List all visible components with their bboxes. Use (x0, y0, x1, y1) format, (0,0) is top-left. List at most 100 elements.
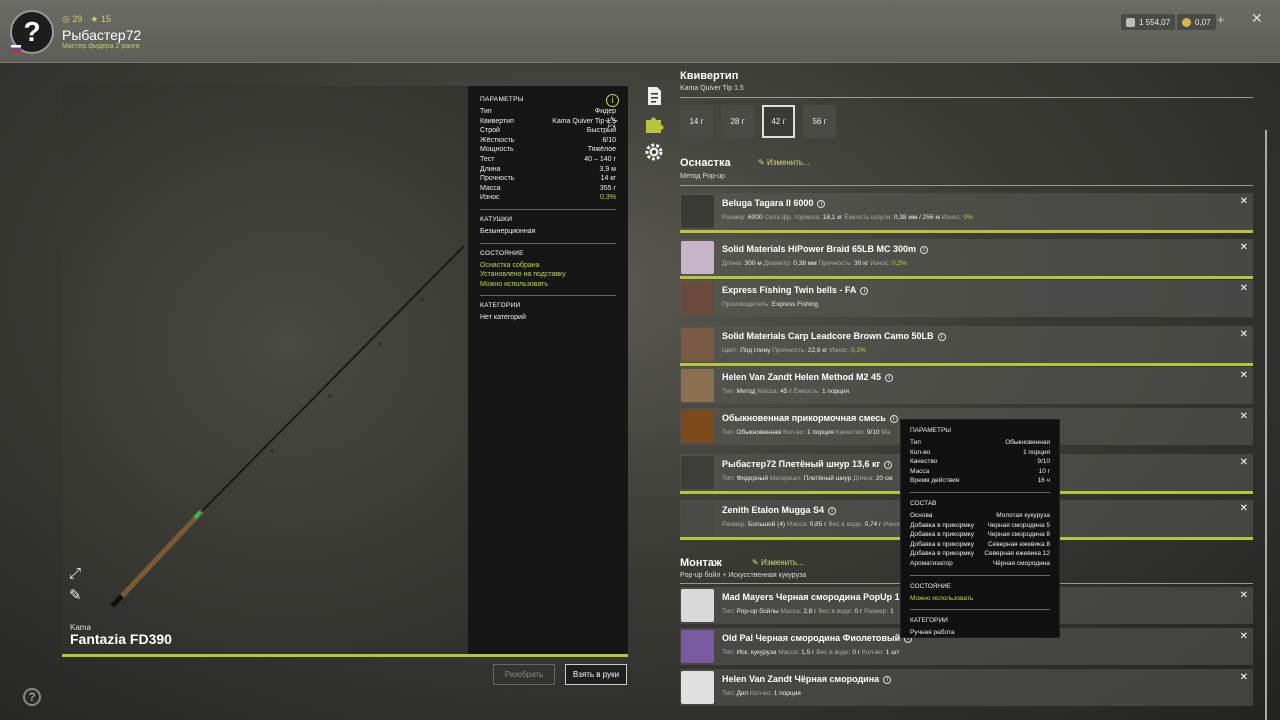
item-details: Тип: Обыкновенная Кол-во: 1 порция Качес… (722, 429, 890, 436)
item-thumbnail (681, 241, 714, 274)
detail-value: 0% (963, 214, 973, 221)
silver-balance[interactable]: 1 554,07 (1121, 14, 1176, 30)
quiver-subtitle: Kama Quiver Tip 1.5 (680, 85, 744, 92)
item-details: Длина: 300 м Диаметр: 0,38 мм Прочность:… (722, 260, 907, 267)
remove-item-icon[interactable]: ✕ (1240, 329, 1248, 340)
remove-item-icon[interactable]: ✕ (1240, 672, 1248, 683)
item-thumbnail (681, 328, 714, 361)
gold-balance[interactable]: 0,07 (1177, 14, 1216, 30)
item-thumbnail (681, 589, 714, 622)
remove-item-icon[interactable]: ✕ (1240, 242, 1248, 253)
param-value: 355 г (599, 184, 616, 192)
param-value: Молотая кукуруза (996, 511, 1050, 519)
tooltip-categories-title: КАТЕГОРИИ (910, 617, 948, 625)
info-icon[interactable]: i (828, 507, 837, 515)
detail-label: Тип: (722, 388, 735, 395)
detail-value: 1 (890, 608, 894, 615)
rod-params-panel: ПАРАМЕТРЫ Тип Фидер Квивертип Kama Quiver T… (468, 86, 628, 654)
info-icon[interactable]: i (883, 676, 892, 684)
disassemble-button[interactable]: Разобрать (493, 664, 555, 685)
detail-label: Ёмкость шпули: (844, 214, 893, 221)
param-row: Строй Быстрый (480, 126, 616, 136)
item-name-row: Solid Materials HiPower Braid 65LB MC 30… (722, 244, 929, 254)
detail-label: Качество: (835, 429, 866, 436)
remove-item-icon[interactable]: ✕ (1240, 631, 1248, 642)
detail-label: Размер: (864, 608, 889, 615)
fullscreen-icon[interactable]: ⤢ (69, 565, 81, 582)
info-icon[interactable]: i (885, 374, 894, 382)
info-icon[interactable]: i (889, 415, 898, 423)
item-name-row: Beluga Tagara II 6000 i (722, 198, 826, 208)
weight-option[interactable]: 28 г (721, 105, 754, 138)
info-icon[interactable]: i (920, 246, 929, 254)
help-icon[interactable]: ? (23, 688, 41, 706)
detail-value: 1 порция (773, 690, 801, 697)
detail-value: Фидерный (736, 475, 768, 482)
param-row: Масса 10 г (910, 467, 1050, 477)
info-icon[interactable]: i (884, 461, 893, 469)
weight-option[interactable]: 14 г (680, 105, 713, 138)
param-row: Добавка в прикормку Северная ежевика 8 (910, 540, 1050, 550)
edit-mount-button[interactable]: ✎ Изменить... (752, 558, 804, 567)
divider (910, 609, 1050, 611)
edit-tackle-button[interactable]: ✎ Изменить... (758, 158, 810, 167)
remove-item-icon[interactable]: ✕ (1240, 503, 1248, 514)
equipment-item[interactable]: Beluga Tagara II 6000 i Размер: 6000 Сила … (680, 193, 1253, 233)
detail-label: Ёмкость: (793, 388, 821, 395)
param-value: 9/10 (1037, 458, 1050, 466)
weight-option-selected[interactable]: 42 г (762, 105, 795, 138)
detail-value: 0,2% (851, 347, 866, 354)
detail-value: Метод (736, 388, 756, 395)
scrollbar[interactable] (1265, 130, 1267, 720)
param-key: Строй (480, 127, 500, 135)
param-key: Жёсткость (480, 136, 515, 144)
remove-item-icon[interactable]: ✕ (1240, 411, 1248, 422)
notes-tab-icon[interactable] (644, 86, 664, 106)
close-icon[interactable]: ✕ (1251, 10, 1263, 27)
param-value: 14 кг (600, 175, 616, 183)
equipment-item[interactable]: Solid Materials Carp Leadcore Brown Camo… (680, 326, 1253, 366)
rank-badge: ★ 15 (90, 14, 111, 24)
gear-tab-icon[interactable] (644, 142, 664, 162)
detail-label: Вес в воде: (818, 608, 853, 615)
info-icon[interactable]: i (817, 200, 826, 208)
detail-value: Обыкновенная (736, 429, 782, 436)
divider (480, 208, 616, 210)
item-name-row: Zenith Etalon Mugga S4 i (722, 505, 837, 515)
remove-item-icon[interactable]: ✕ (1240, 196, 1248, 207)
param-row: Основа Молотая кукуруза (910, 511, 1050, 521)
param-key: Прочность (480, 175, 515, 183)
remove-item-icon[interactable]: ✕ (1240, 283, 1248, 294)
info-icon[interactable]: i (860, 287, 869, 295)
equipment-item[interactable]: Express Fishing Twin bells - FA i Производ… (680, 280, 1253, 317)
info-icon[interactable]: i (606, 94, 619, 107)
detail-value: 0,2% (891, 260, 907, 267)
param-value: 10 г (1038, 467, 1050, 475)
item-details: Размер: 6000 Сила фр. тормоза: 18,1 кг Ё… (722, 214, 973, 221)
puzzle-tab-icon[interactable] (644, 114, 664, 134)
item-name: Helen Van Zandt Helen Method M2 45 (722, 372, 882, 382)
param-key: Качество (910, 458, 938, 466)
detail-value: 1 порция (806, 429, 834, 436)
params-list: Тип Фидер Квивертип Kama Quiver Tip 1.5 Стро… (480, 107, 616, 203)
tooltip-composition-title: СОСТАВ (910, 499, 937, 507)
remove-item-icon[interactable]: ✕ (1240, 370, 1248, 381)
weight-option[interactable]: 56 г (803, 105, 836, 138)
param-value: 40 – 140 г (584, 155, 616, 163)
take-in-hand-button[interactable]: Взять в руки (565, 664, 627, 685)
equipment-item[interactable]: Solid Materials HiPower Braid 65LB MC 30… (680, 239, 1253, 279)
item-name: Solid Materials HiPower Braid 65LB MC 30… (722, 244, 917, 254)
player-name: Рыбастер72 (62, 27, 142, 43)
info-icon[interactable]: i (937, 333, 946, 341)
remove-item-icon[interactable]: ✕ (1240, 590, 1248, 601)
equipment-item[interactable]: Helen Van Zandt Helen Method M2 45 i Тип: … (680, 367, 1253, 404)
tooltip-state: Можно использовать (910, 594, 974, 602)
star-icon[interactable]: ☆ (604, 113, 619, 133)
remove-item-icon[interactable]: ✕ (1240, 457, 1248, 468)
add-currency-button[interactable]: + (1217, 12, 1225, 27)
detail-value: 0 г (854, 608, 863, 615)
brush-icon[interactable]: ✎ (69, 586, 82, 604)
equipment-item[interactable]: Helen Van Zandt Чёрная смородина i Тип: Ди… (680, 669, 1253, 706)
detail-label: Тип: (722, 690, 735, 697)
player-level: 29 (72, 14, 83, 24)
